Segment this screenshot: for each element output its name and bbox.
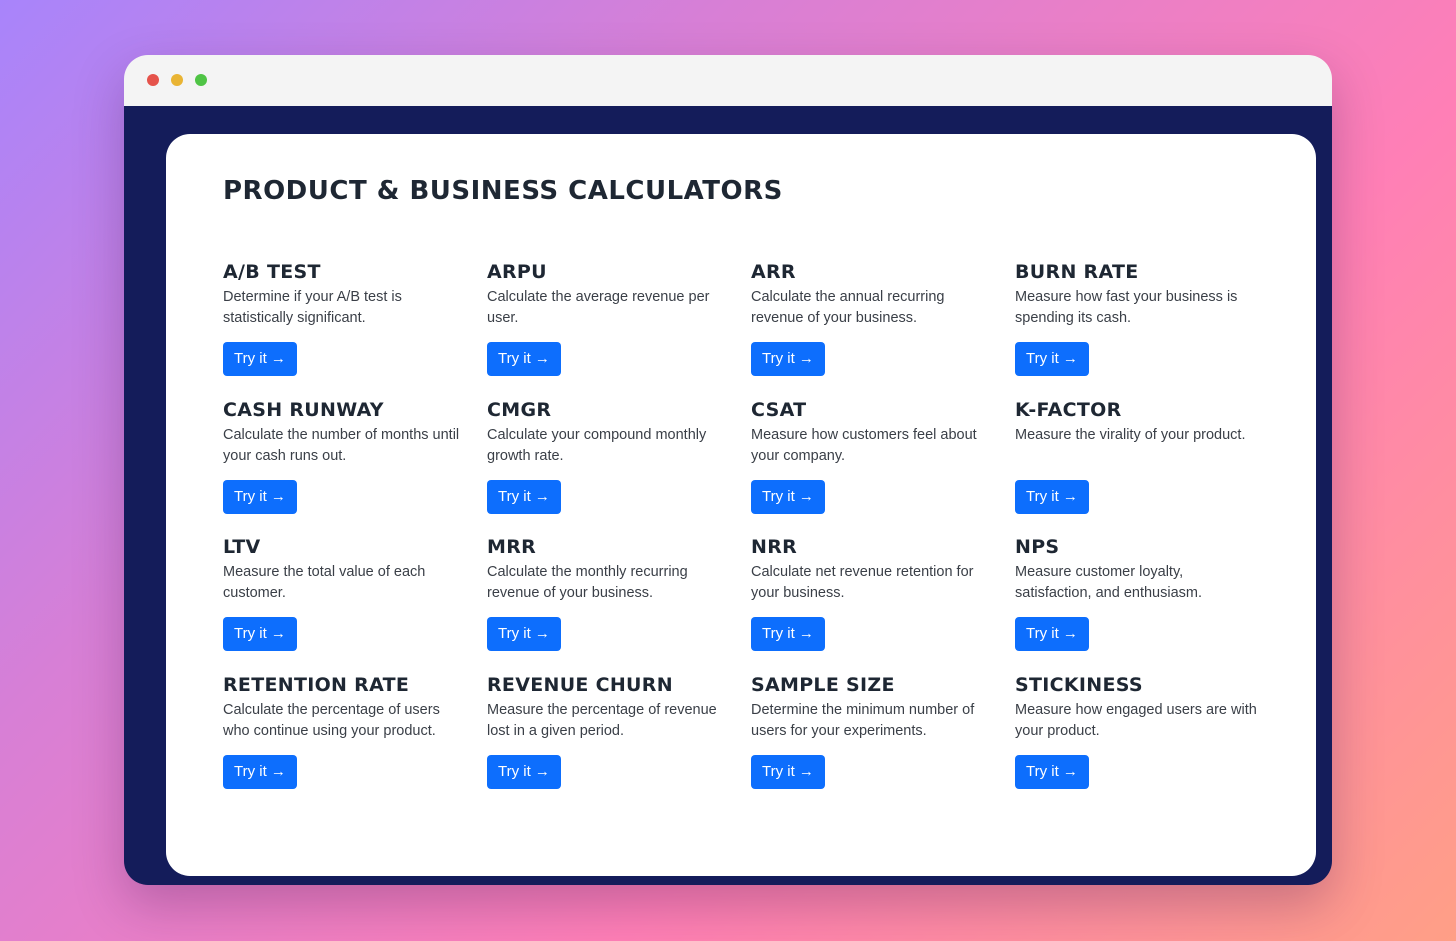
calculator-item-mrr: MRR Calculate the monthly recurring reve… xyxy=(487,535,751,673)
try-it-button-burn-rate[interactable]: Try it → xyxy=(1015,342,1089,376)
close-window-dot[interactable] xyxy=(147,74,159,86)
calculator-item-nrr: NRR Calculate net revenue retention for … xyxy=(751,535,1015,673)
try-it-button-cmgr[interactable]: Try it → xyxy=(487,479,561,514)
try-it-button-nrr[interactable]: Try it → xyxy=(751,617,825,652)
calculator-description: Measure the virality of your product. xyxy=(1015,426,1246,443)
calculator-item-ltv: LTV Measure the total value of each cust… xyxy=(223,535,487,673)
calculator-description: Measure how customers feel about your co… xyxy=(751,426,977,464)
calculator-name: Retention Rate xyxy=(223,674,410,697)
page-title: Product & Business Calculators xyxy=(223,176,783,206)
try-it-button-stickiness[interactable]: Try it → xyxy=(1015,755,1089,790)
calculator-name: CMGR xyxy=(487,398,552,421)
calculator-name: Sample Size xyxy=(751,674,895,697)
calculator-item-k-factor: K-Factor Measure the virality of your pr… xyxy=(1015,398,1279,536)
calculator-name: Burn Rate xyxy=(1015,261,1139,283)
calculator-item-burn-rate: Burn Rate Measure how fast your business… xyxy=(1015,260,1279,398)
try-it-button-cash-runway[interactable]: Try it → xyxy=(223,479,297,514)
try-it-button-sample-size[interactable]: Try it → xyxy=(751,755,825,790)
calculator-description: Measure customer loyalty, satisfaction, … xyxy=(1015,564,1202,602)
calculator-item-stickiness: Stickiness Measure how engaged users are… xyxy=(1015,673,1279,811)
try-it-button-k-factor[interactable]: Try it → xyxy=(1015,479,1089,514)
calculator-name: A/B Test xyxy=(223,261,321,283)
try-it-button-revenue-churn[interactable]: Try it → xyxy=(487,755,561,790)
page-viewport: Product & Business Calculators A/B Test … xyxy=(124,106,1332,885)
calculator-item-revenue-churn: Revenue Churn Measure the percentage of … xyxy=(487,673,751,811)
calculator-item-arr: ARR Calculate the annual recurring reven… xyxy=(751,260,1015,398)
calculator-name: MRR xyxy=(487,536,537,559)
calculator-item-a-b-test: A/B Test Determine if your A/B test is s… xyxy=(223,260,487,398)
calculator-item-cash-runway: Cash Runway Calculate the number of mont… xyxy=(223,398,487,536)
calculator-name: NPS xyxy=(1015,536,1060,559)
calculator-item-csat: CSAT Measure how customers feel about yo… xyxy=(751,398,1015,536)
try-it-button-retention-rate[interactable]: Try it → xyxy=(223,755,297,790)
minimize-window-dot[interactable] xyxy=(171,74,183,86)
maximize-window-dot[interactable] xyxy=(195,74,207,86)
calculator-description: Calculate the monthly recurring revenue … xyxy=(487,564,688,602)
try-it-button-a-b-test[interactable]: Try it → xyxy=(223,342,297,376)
calculator-name: LTV xyxy=(223,536,261,559)
calculator-grid: A/B Test Determine if your A/B test is s… xyxy=(223,260,1279,811)
browser-window: Product & Business Calculators A/B Test … xyxy=(124,55,1332,885)
calculator-description: Measure how fast your business is spendi… xyxy=(1015,289,1238,326)
calculator-name: Stickiness xyxy=(1015,674,1143,697)
calculator-description: Calculate your compound monthly growth r… xyxy=(487,426,707,464)
calculator-description: Calculate the annual recurring revenue o… xyxy=(751,289,945,326)
calculators-card: Product & Business Calculators A/B Test … xyxy=(166,134,1316,876)
calculator-description: Measure the percentage of revenue lost i… xyxy=(487,702,717,740)
calculator-item-nps: NPS Measure customer loyalty, satisfacti… xyxy=(1015,535,1279,673)
calculator-description: Calculate the percentage of users who co… xyxy=(223,702,440,740)
try-it-button-nps[interactable]: Try it → xyxy=(1015,617,1089,652)
calculator-description: Calculate the number of months until you… xyxy=(223,426,460,464)
window-titlebar xyxy=(124,55,1332,106)
try-it-button-arr[interactable]: Try it → xyxy=(751,342,825,376)
calculator-item-cmgr: CMGR Calculate your compound monthly gro… xyxy=(487,398,751,536)
calculator-description: Calculate the average revenue per user. xyxy=(487,289,710,326)
calculator-name: K-Factor xyxy=(1015,398,1122,421)
calculator-name: CSAT xyxy=(751,398,807,421)
try-it-button-csat[interactable]: Try it → xyxy=(751,479,825,514)
calculator-item-arpu: ARPU Calculate the average revenue per u… xyxy=(487,260,751,398)
try-it-button-arpu[interactable]: Try it → xyxy=(487,342,561,376)
try-it-button-ltv[interactable]: Try it → xyxy=(223,617,297,652)
calculator-item-sample-size: Sample Size Determine the minimum number… xyxy=(751,673,1015,811)
calculator-description: Determine if your A/B test is statistica… xyxy=(223,289,402,326)
calculator-name: Revenue Churn xyxy=(487,674,673,697)
calculator-name: NRR xyxy=(751,536,798,559)
calculator-description: Measure the total value of each customer… xyxy=(223,564,426,602)
calculator-item-retention-rate: Retention Rate Calculate the percentage … xyxy=(223,673,487,811)
calculator-description: Calculate net revenue retention for your… xyxy=(751,564,974,602)
try-it-button-mrr[interactable]: Try it → xyxy=(487,617,561,652)
calculator-description: Measure how engaged users are with your … xyxy=(1015,702,1257,740)
calculator-name: Cash Runway xyxy=(223,398,384,421)
calculator-name: ARPU xyxy=(487,261,547,283)
calculator-description: Determine the minimum number of users fo… xyxy=(751,702,975,740)
calculator-name: ARR xyxy=(751,261,796,283)
